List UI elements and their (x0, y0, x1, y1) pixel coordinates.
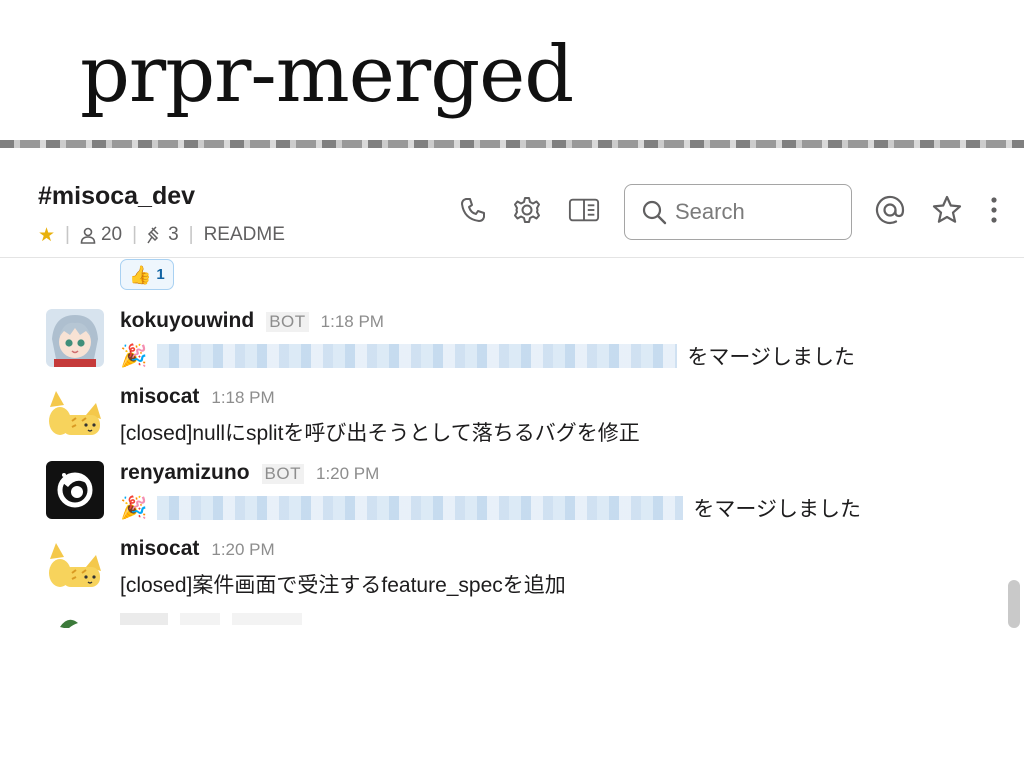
author-name[interactable]: misocat (120, 537, 199, 561)
reaction-thumbs-up[interactable]: 👍 1 (120, 259, 174, 290)
sidebar-toggle-icon[interactable] (568, 194, 600, 226)
timestamp[interactable]: 1:18 PM (321, 312, 384, 332)
pin-count-value: 3 (168, 224, 179, 245)
avatar[interactable] (46, 385, 104, 443)
cut-off-badge (180, 613, 220, 625)
channel-name[interactable]: #misoca_dev (38, 182, 195, 211)
author-name[interactable]: kokuyouwind (120, 309, 254, 333)
timestamp[interactable]: 1:18 PM (211, 388, 274, 408)
message-text: をマージしました (693, 498, 861, 521)
channel-meta: ★ | 20 | 3 | README (38, 223, 285, 247)
thumbs-up-icon: 👍 (129, 264, 152, 285)
message-item: kokuyouwind BOT 1:18 PM 🎉 をマージしました (0, 309, 1000, 385)
person-icon (80, 227, 96, 244)
message-text: をマージしました (687, 346, 855, 369)
search-input[interactable] (675, 199, 845, 225)
avatar[interactable] (46, 613, 104, 628)
author-name[interactable]: misocat (120, 385, 199, 409)
phone-icon[interactable] (457, 194, 489, 226)
redacted-link[interactable] (157, 496, 684, 520)
message-item: misocat 1:18 PM [closed]nullにsplitを呼び出そう… (0, 385, 1000, 461)
message-text: [closed]nullにsplitを呼び出そうとして落ちるバグを修正 (120, 422, 640, 445)
avatar[interactable] (46, 537, 104, 595)
avatar[interactable] (46, 461, 104, 519)
leaf-avatar-icon (60, 619, 78, 628)
cut-off-time (232, 613, 302, 625)
message-item: misocat 1:20 PM [closed]案件画面で受注するfeature… (0, 537, 1000, 613)
screenshot-edge (0, 140, 1024, 148)
pin-icon (147, 226, 159, 244)
message-item: renyamizuno BOT 1:20 PM 🎉 をマージしました (0, 461, 1000, 537)
bot-badge: BOT (261, 464, 304, 484)
pin-count[interactable]: 3 (147, 224, 179, 246)
cut-off-author (120, 613, 168, 625)
cat-avatar-icon (46, 537, 104, 595)
channel-header: #misoca_dev ★ | 20 | 3 | README (0, 148, 1024, 258)
mentions-icon[interactable] (874, 194, 906, 226)
message-text: [closed]案件画面で受注するfeature_specを追加 (120, 574, 566, 597)
reaction-count: 1 (156, 266, 165, 283)
more-options-icon[interactable] (978, 194, 1010, 226)
divider: | (132, 224, 138, 245)
avatar[interactable] (46, 309, 104, 367)
author-name[interactable]: renyamizuno (120, 461, 250, 485)
slide-title: prpr-merged (80, 30, 574, 120)
divider: | (65, 224, 70, 245)
star-outline-icon[interactable] (931, 194, 963, 226)
readme-link[interactable]: README (204, 224, 285, 246)
bot-badge: BOT (266, 312, 309, 332)
party-popper-icon: 🎉 (120, 495, 148, 520)
search-icon (642, 200, 667, 225)
slack-screenshot: #misoca_dev ★ | 20 | 3 | README Search 👍… (0, 140, 1024, 628)
starred-icon[interactable]: ★ (38, 224, 55, 247)
party-popper-icon: 🎉 (120, 343, 148, 368)
anime-character-avatar-icon (46, 309, 104, 367)
message-list: 👍 1 kokuyouwind BOT 1:18 PM 🎉 をマージしました m… (0, 259, 1010, 628)
timestamp[interactable]: 1:20 PM (316, 464, 379, 484)
dark-swirl-avatar-icon (46, 461, 104, 519)
scrollbar[interactable] (1008, 580, 1020, 628)
message-item-partial (0, 613, 1000, 628)
gear-icon[interactable] (511, 194, 543, 226)
member-count-value: 20 (100, 224, 123, 245)
divider: | (188, 224, 194, 245)
cat-avatar-icon (46, 385, 104, 443)
member-count[interactable]: 20 (80, 224, 122, 246)
redacted-link[interactable] (157, 344, 678, 368)
timestamp[interactable]: 1:20 PM (211, 540, 274, 560)
search-box[interactable] (624, 184, 852, 240)
